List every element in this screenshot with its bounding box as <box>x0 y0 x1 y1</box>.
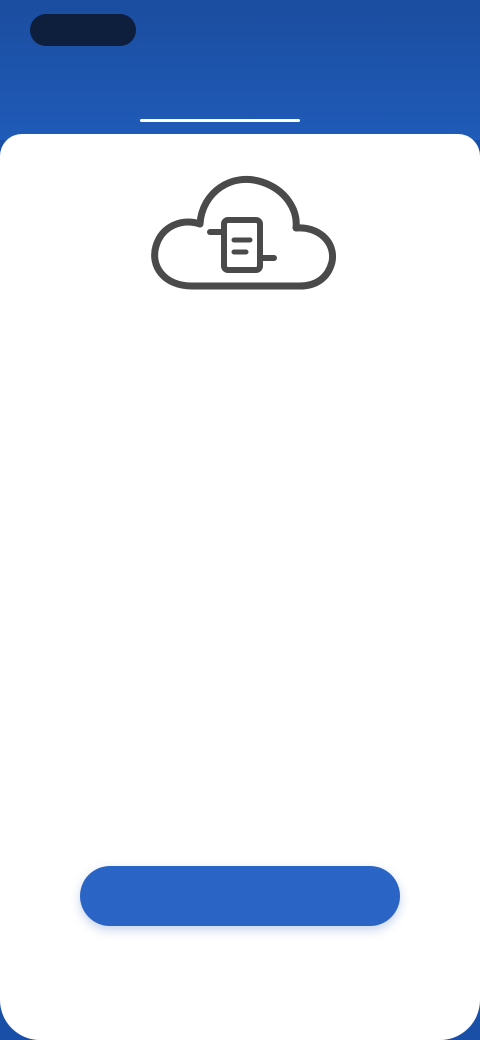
app-header <box>0 0 480 140</box>
tab-1[interactable] <box>0 88 120 124</box>
app-logo[interactable] <box>30 14 136 46</box>
tab-2-active[interactable] <box>120 88 320 124</box>
cloud-sync-icon <box>140 154 340 304</box>
primary-action-button[interactable] <box>80 866 400 926</box>
content-card <box>0 134 480 1040</box>
header-top-bar <box>0 0 480 70</box>
tab-bar <box>0 88 480 124</box>
header-action-link[interactable] <box>350 22 450 40</box>
